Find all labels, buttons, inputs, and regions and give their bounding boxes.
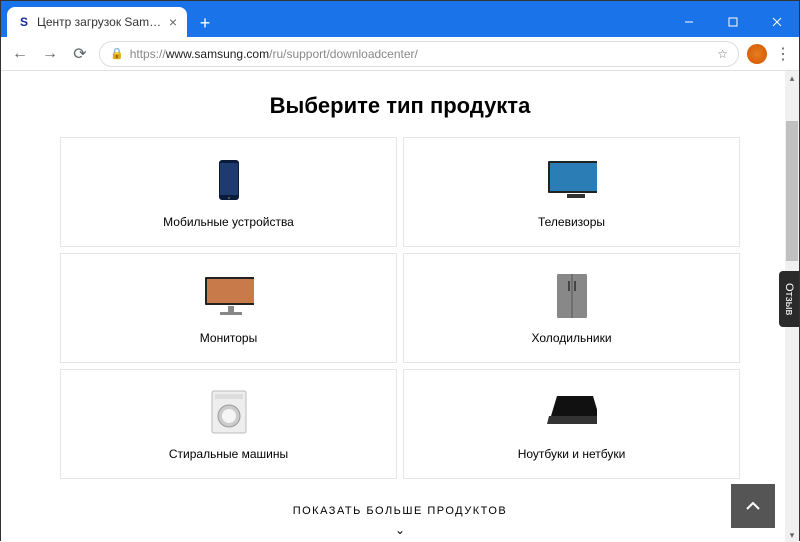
- feedback-tab[interactable]: Отзыв: [779, 271, 799, 327]
- window-controls: [667, 7, 799, 37]
- product-label: Мониторы: [200, 331, 257, 345]
- profile-avatar[interactable]: [747, 44, 767, 64]
- reload-button[interactable]: ⟳: [69, 43, 91, 65]
- forward-button[interactable]: →: [39, 43, 61, 65]
- address-bar[interactable]: 🔒 https://www.samsung.com/ru/support/dow…: [99, 41, 739, 67]
- scroll-to-top-button[interactable]: [731, 484, 775, 528]
- monitor-icon: [204, 271, 254, 321]
- scroll-down-button[interactable]: ▾: [785, 528, 799, 542]
- browser-menu-button[interactable]: ⋮: [775, 44, 791, 64]
- url-display: https://www.samsung.com/ru/support/downl…: [130, 47, 418, 61]
- phone-icon: [204, 155, 254, 205]
- browser-toolbar: ← → ⟳ 🔒 https://www.samsung.com/ru/suppo…: [1, 37, 799, 71]
- washer-icon: [204, 387, 254, 437]
- product-grid: Мобильные устройства Телевизоры Мониторы…: [60, 137, 740, 479]
- product-card-mobile[interactable]: Мобильные устройства: [60, 137, 397, 247]
- new-tab-button[interactable]: +: [191, 9, 219, 37]
- product-label: Холодильники: [531, 331, 611, 345]
- product-card-monitor[interactable]: Мониторы: [60, 253, 397, 363]
- browser-titlebar: S Центр загрузок Samsung: драй... × +: [1, 1, 799, 37]
- maximize-button[interactable]: [711, 7, 755, 37]
- product-label: Телевизоры: [538, 215, 605, 229]
- tab-close-icon[interactable]: ×: [169, 14, 177, 30]
- back-button[interactable]: ←: [9, 43, 31, 65]
- tv-icon: [547, 155, 597, 205]
- product-label: Ноутбуки и нетбуки: [518, 447, 626, 461]
- scrollbar-thumb[interactable]: [786, 121, 798, 261]
- product-card-washer[interactable]: Стиральные машины: [60, 369, 397, 479]
- scroll-up-button[interactable]: ▴: [785, 71, 799, 85]
- product-label: Стиральные машины: [169, 447, 288, 461]
- tab-title: Центр загрузок Samsung: драй...: [37, 15, 163, 29]
- lock-icon: 🔒: [110, 47, 124, 60]
- tab-favicon: S: [17, 15, 31, 29]
- fridge-icon: [547, 271, 597, 321]
- close-window-button[interactable]: [755, 7, 799, 37]
- minimize-button[interactable]: [667, 7, 711, 37]
- laptop-icon: [547, 387, 597, 437]
- product-card-fridge[interactable]: Холодильники: [403, 253, 740, 363]
- product-card-tv[interactable]: Телевизоры: [403, 137, 740, 247]
- browser-tab[interactable]: S Центр загрузок Samsung: драй... ×: [7, 7, 187, 37]
- chevron-down-icon[interactable]: ⌄: [1, 523, 799, 537]
- bookmark-icon[interactable]: ☆: [717, 47, 728, 61]
- product-label: Мобильные устройства: [163, 215, 294, 229]
- product-card-laptop[interactable]: Ноутбуки и нетбуки: [403, 369, 740, 479]
- show-more-button[interactable]: ПОКАЗАТЬ БОЛЬШЕ ПРОДУКТОВ: [1, 505, 799, 517]
- page-viewport: ▴ ▾ Выберите тип продукта Мобильные устр…: [1, 71, 799, 542]
- page-title: Выберите тип продукта: [1, 71, 799, 137]
